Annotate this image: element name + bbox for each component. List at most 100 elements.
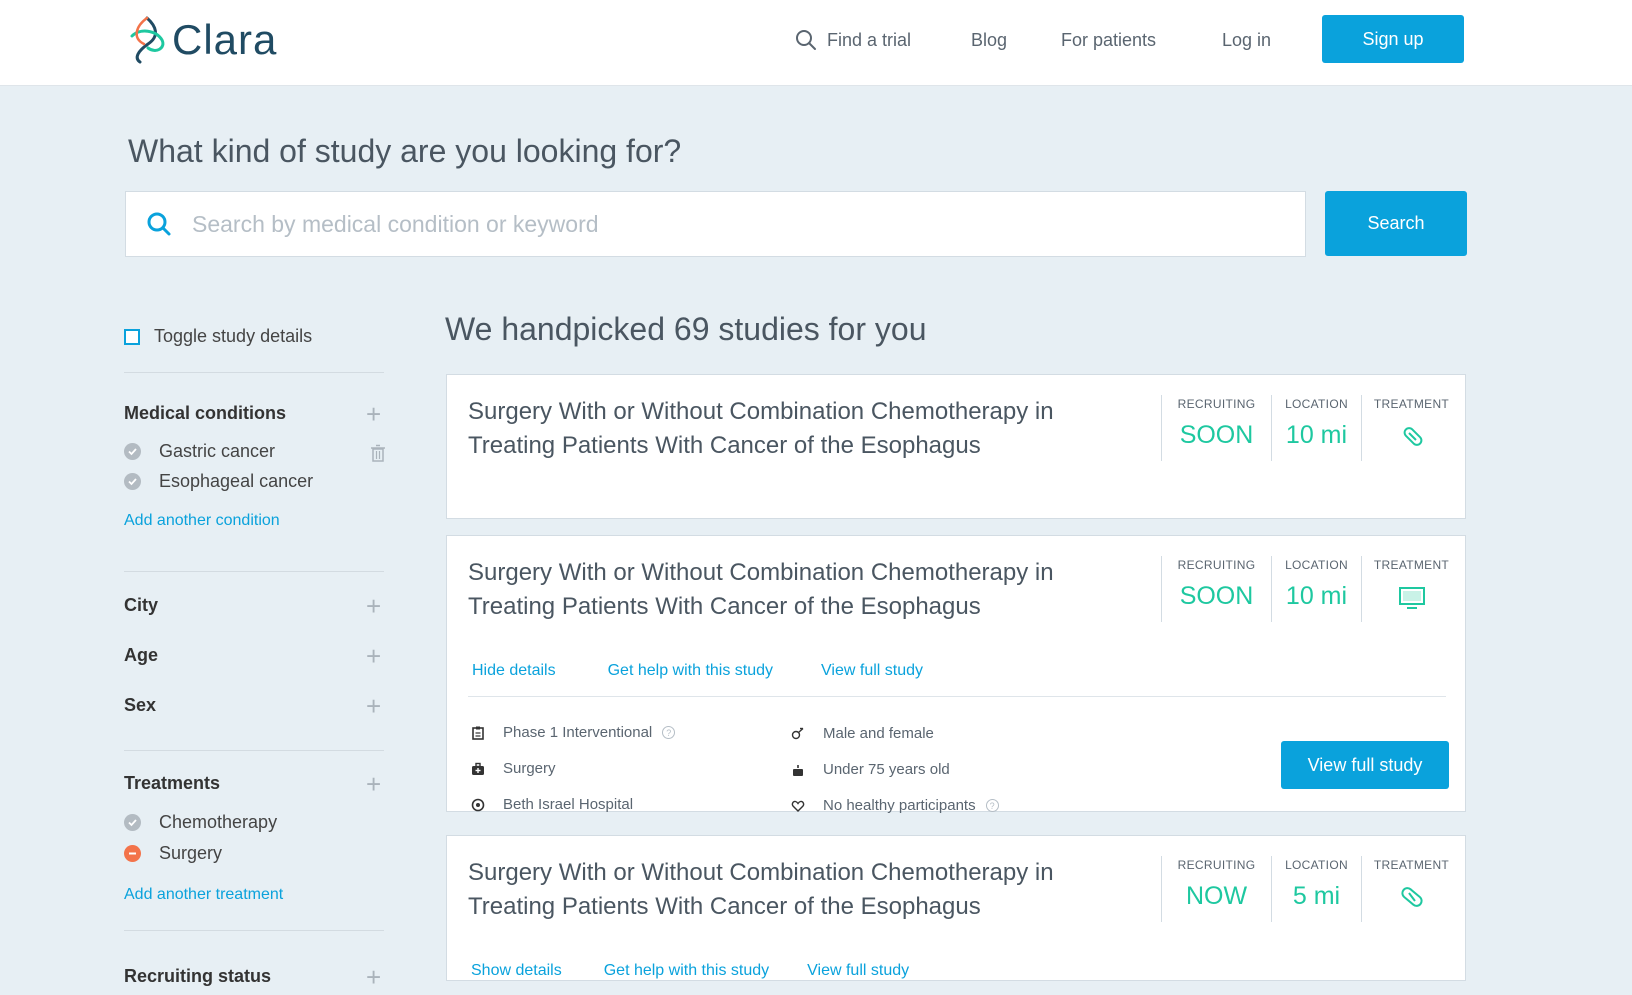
expand-city-plus-icon[interactable]: + xyxy=(366,593,381,619)
help-icon[interactable]: ? xyxy=(985,799,999,812)
detail-type: Surgery xyxy=(471,760,556,777)
toggle-label: Toggle study details xyxy=(154,326,313,346)
nav-log-in[interactable]: Log in xyxy=(1222,20,1271,60)
view-full-study-link[interactable]: View full study xyxy=(807,962,909,980)
check-icon[interactable] xyxy=(124,443,141,460)
nav-for-patients[interactable]: For patients xyxy=(1061,20,1156,60)
nav-find-trial[interactable]: Find a trial xyxy=(795,20,911,60)
search-icon xyxy=(147,212,171,236)
condition-chip: Gastric cancer xyxy=(124,441,275,462)
study-stats: RECRUITING SOON LOCATION 10 mi TREATMENT xyxy=(1161,556,1461,622)
help-icon[interactable]: ? xyxy=(662,726,676,739)
view-full-study-button[interactable]: View full study xyxy=(1281,741,1449,789)
cake-icon xyxy=(793,764,803,776)
stat-location: LOCATION 10 mi xyxy=(1271,556,1361,622)
gender-icon xyxy=(791,727,804,739)
stat-location: LOCATION 10 mi xyxy=(1271,395,1361,461)
study-card[interactable]: Surgery With or Without Combination Chem… xyxy=(446,535,1466,814)
add-treatment-link[interactable]: Add another treatment xyxy=(124,886,283,904)
detail-sex: Male and female xyxy=(791,725,934,742)
stat-recruiting: RECRUITING NOW xyxy=(1161,856,1271,922)
recruiting-value: SOON xyxy=(1179,421,1254,449)
add-condition-link[interactable]: Add another condition xyxy=(124,512,280,530)
sign-up-button[interactable]: Sign up xyxy=(1322,15,1464,63)
card-links: Hide details Get help with this study Vi… xyxy=(472,662,923,680)
stat-treatment: TREATMENT xyxy=(1361,856,1461,922)
condition-label: Gastric cancer xyxy=(159,441,276,461)
minus-icon[interactable] xyxy=(124,845,141,862)
search-input[interactable] xyxy=(192,210,1272,238)
sidebar-divider xyxy=(124,571,384,572)
filter-title-medical-conditions: Medical conditions xyxy=(124,403,287,423)
monitor-icon xyxy=(1398,587,1425,609)
treatment-chip: Surgery xyxy=(124,843,222,864)
recruiting-value: SOON xyxy=(1179,582,1254,610)
get-help-link[interactable]: Get help with this study xyxy=(604,962,769,980)
study-stats: RECRUITING SOON LOCATION 10 mi TREATMENT xyxy=(1161,395,1461,461)
hide-details-link[interactable]: Hide details xyxy=(472,662,556,680)
stat-location: LOCATION 5 mi xyxy=(1271,856,1361,922)
detail-phase: Phase 1 Interventional ? xyxy=(471,724,676,741)
heart-icon xyxy=(791,800,805,812)
stat-treatment: TREATMENT xyxy=(1361,556,1461,622)
site-header: Clara Find a trial Blog For patients Log… xyxy=(0,0,1632,86)
search-question: What kind of study are you looking for? xyxy=(128,133,682,169)
condition-chip: Esophageal cancer xyxy=(124,471,313,492)
study-card[interactable]: Surgery With or Without Combination Chem… xyxy=(446,374,1466,519)
filter-title-age: Age xyxy=(124,645,159,665)
card-separator xyxy=(468,696,1446,697)
search-box xyxy=(125,191,1306,257)
study-stats: RECRUITING NOW LOCATION 5 mi TREATMENT xyxy=(1161,856,1461,922)
check-icon[interactable] xyxy=(124,473,141,490)
search-icon xyxy=(796,30,816,50)
filter-title-sex: Sex xyxy=(124,695,157,715)
expand-sex-plus-icon[interactable]: + xyxy=(366,693,381,719)
study-title[interactable]: Surgery With or Without Combination Chem… xyxy=(468,556,1108,624)
sidebar-divider xyxy=(124,930,384,931)
expand-age-plus-icon[interactable]: + xyxy=(366,643,381,669)
location-value: 10 mi xyxy=(1285,582,1348,610)
clipboard-icon xyxy=(472,726,484,740)
location-value: 10 mi xyxy=(1285,421,1348,449)
expand-medical-conditions-plus-icon[interactable]: + xyxy=(366,401,381,427)
stat-recruiting: RECRUITING SOON xyxy=(1161,556,1271,622)
get-help-link[interactable]: Get help with this study xyxy=(608,662,773,680)
expand-treatments-plus-icon[interactable]: + xyxy=(366,771,381,797)
capsule-icon xyxy=(1400,887,1423,907)
clara-logo-icon xyxy=(130,16,165,64)
expand-recruiting-status-plus-icon[interactable]: + xyxy=(366,964,381,990)
show-details-link[interactable]: Show details xyxy=(471,962,562,980)
treatment-label: Chemotherapy xyxy=(159,812,278,832)
toggle-checkbox[interactable] xyxy=(124,328,140,345)
study-title[interactable]: Surgery With or Without Combination Chem… xyxy=(468,395,1108,463)
study-card[interactable]: Surgery With or Without Combination Chem… xyxy=(446,835,1466,981)
pill-icon xyxy=(1403,427,1422,446)
treatment-label: Surgery xyxy=(159,843,223,863)
stat-recruiting: RECRUITING SOON xyxy=(1161,395,1271,461)
condition-label: Esophageal cancer xyxy=(159,471,314,491)
detail-hospital: Beth Israel Hospital xyxy=(471,796,633,813)
results-title: We handpicked 69 studies for you xyxy=(445,311,927,347)
filter-title-treatments: Treatments xyxy=(124,773,221,793)
stat-treatment: TREATMENT xyxy=(1361,395,1461,461)
filter-title-recruiting-status: Recruiting status xyxy=(124,966,272,986)
detail-healthy: No healthy participants ? xyxy=(791,797,999,814)
nav-find-trial-label: Find a trial xyxy=(827,29,912,50)
filter-title-city: City xyxy=(124,595,159,615)
toggle-study-details[interactable]: Toggle study details xyxy=(124,326,312,347)
treatment-chip: Chemotherapy xyxy=(124,812,277,833)
study-title[interactable]: Surgery With or Without Combination Chem… xyxy=(468,856,1108,924)
detail-age: Under 75 years old xyxy=(791,761,950,778)
view-full-study-link[interactable]: View full study xyxy=(821,662,923,680)
location-value: 5 mi xyxy=(1292,882,1341,910)
check-icon[interactable] xyxy=(124,814,141,831)
sidebar-divider xyxy=(124,750,384,751)
sidebar-divider xyxy=(124,372,384,373)
medical-bag-icon xyxy=(472,762,484,775)
recruiting-value: NOW xyxy=(1185,882,1248,910)
search-button[interactable]: Search xyxy=(1325,191,1467,256)
logo[interactable]: Clara xyxy=(126,14,277,66)
nav-blog[interactable]: Blog xyxy=(971,20,1007,60)
trash-icon[interactable] xyxy=(370,444,386,462)
card-links: Show details Get help with this study Vi… xyxy=(471,962,909,980)
